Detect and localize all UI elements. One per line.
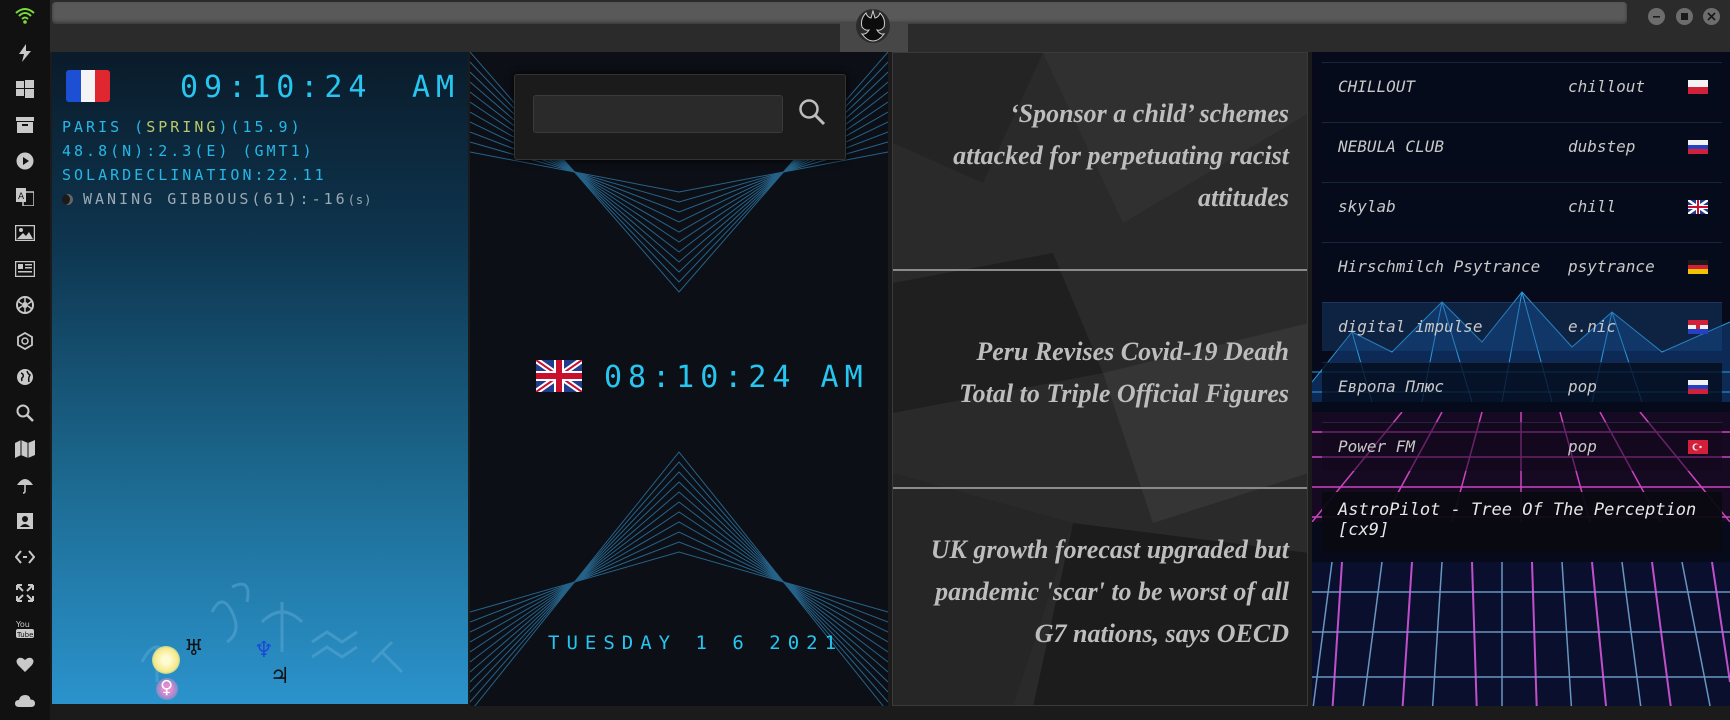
cloud-icon[interactable] xyxy=(14,690,36,712)
umbrella-icon[interactable] xyxy=(14,474,36,496)
station-row[interactable]: Power FM pop xyxy=(1322,422,1722,471)
drag-handle[interactable] xyxy=(52,2,1627,24)
chevron-pattern-bottom xyxy=(470,451,888,712)
paris-location-line: PARIS (SPRING)(15.9) xyxy=(62,118,303,136)
search-icon xyxy=(799,99,826,126)
news-headline-1[interactable]: ‘Sponsor a child’ schemes attacked for p… xyxy=(919,93,1289,219)
station-row[interactable]: digital impulse e.nic xyxy=(1322,302,1722,351)
sun-icon xyxy=(152,646,180,674)
russia-flag-icon xyxy=(1688,140,1708,154)
wifi-icon[interactable] xyxy=(14,5,36,27)
station-name: Hirschmilch Psytrance xyxy=(1338,257,1541,276)
season-label: SPRING xyxy=(146,118,219,136)
station-genre: e.nic xyxy=(1568,317,1617,336)
station-row[interactable]: Hirschmilch Psytrance psytrance xyxy=(1322,242,1722,291)
youtube-icon[interactable]: You Tube xyxy=(14,618,36,640)
maximize-button[interactable] xyxy=(1676,8,1693,25)
paris-clock-panel: 09:10:24 AM PARIS (SPRING)(15.9) 48.8(N)… xyxy=(52,52,468,704)
station-genre: psytrance xyxy=(1568,257,1655,276)
contact-icon[interactable] xyxy=(14,510,36,532)
paris-ampm: AM xyxy=(412,70,461,105)
svg-text:You: You xyxy=(16,620,30,629)
now-playing-box: AstroPilot - Tree Of The Perception [cx9… xyxy=(1322,492,1722,552)
radio-panel: CHILLOUT chillout NEBULA CLUB dubstep sk… xyxy=(1312,52,1730,716)
news-separator xyxy=(893,269,1307,271)
station-genre: chill xyxy=(1568,197,1617,216)
station-name: NEBULA CLUB xyxy=(1338,137,1444,156)
russia-flag-icon xyxy=(1688,380,1708,394)
archive-icon[interactable] xyxy=(14,114,36,136)
location-suffix: )(15.9) xyxy=(218,118,303,136)
synthwave-grid-bottom xyxy=(1312,562,1730,716)
station-genre: chillout xyxy=(1568,77,1646,96)
station-name: digital impulse xyxy=(1338,317,1483,336)
uk-time: 08:10:24 AM xyxy=(604,360,869,395)
news-headline-3[interactable]: UK growth forecast upgraded but pandemic… xyxy=(919,529,1289,655)
search-box xyxy=(514,74,846,160)
translate-icon[interactable]: A xyxy=(14,186,36,208)
bottom-bar xyxy=(50,706,1730,720)
station-name: Европа Плюс xyxy=(1338,377,1444,396)
expand-icon[interactable] xyxy=(14,582,36,604)
moon-unit: (s) xyxy=(347,193,373,207)
poland-flag-icon xyxy=(1688,80,1708,94)
windows-icon[interactable] xyxy=(14,78,36,100)
svg-text:Tube: Tube xyxy=(16,631,33,639)
uranus-symbol: ♅ xyxy=(184,636,204,661)
heart-icon[interactable] xyxy=(14,654,36,676)
station-row[interactable]: CHILLOUT chillout xyxy=(1322,62,1722,111)
croatia-flag-icon xyxy=(1688,320,1708,334)
station-name: Power FM xyxy=(1338,437,1416,456)
moon-icon xyxy=(62,194,73,205)
globe-icon[interactable] xyxy=(14,366,36,388)
station-row[interactable]: Европа Плюс pop xyxy=(1322,362,1722,411)
close-button[interactable] xyxy=(1703,8,1720,25)
hexagon-icon[interactable] xyxy=(14,330,36,352)
station-row[interactable]: skylab chill xyxy=(1322,182,1722,231)
world-clock-panel: 08:10:24 AM TUESDAY 1 6 2021 xyxy=(470,52,888,712)
map-icon[interactable] xyxy=(14,438,36,460)
news-panel: ‘Sponsor a child’ schemes attacked for p… xyxy=(892,52,1308,706)
neptune-symbol: ♆ xyxy=(254,638,274,663)
news-icon[interactable] xyxy=(14,258,36,280)
germany-flag-icon xyxy=(1688,260,1708,274)
play-icon[interactable] xyxy=(14,150,36,172)
uk-flag-icon xyxy=(534,357,584,395)
station-name: skylab xyxy=(1338,197,1396,216)
aperture-icon[interactable] xyxy=(14,294,36,316)
date-label: TUESDAY 1 6 2021 xyxy=(548,632,844,654)
rebel-alliance-icon xyxy=(855,8,891,44)
code-icon[interactable] xyxy=(14,546,36,568)
paris-time: 09:10:24 xyxy=(180,70,373,105)
lightning-icon[interactable] xyxy=(14,42,36,64)
jupiter-symbol: ♃ xyxy=(270,664,290,689)
turkey-flag-icon xyxy=(1688,440,1708,454)
station-genre: dubstep xyxy=(1568,137,1636,156)
image-icon[interactable] xyxy=(14,222,36,244)
moon-phase-text: WANING GIBBOUS(61):-16 xyxy=(83,190,348,208)
venus-symbol: ♀ xyxy=(160,677,174,698)
station-row[interactable]: NEBULA CLUB dubstep xyxy=(1322,122,1722,171)
svg-text:A: A xyxy=(18,192,25,202)
uk-flag-icon xyxy=(1688,200,1708,214)
solar-declination: SOLARDECLINATION:22.11 xyxy=(62,166,327,184)
search-input[interactable] xyxy=(533,95,783,133)
paris-coordinates: 48.8(N):2.3(E) (GMT1) xyxy=(62,142,315,160)
station-genre: pop xyxy=(1568,437,1597,456)
search-icon[interactable] xyxy=(14,402,36,424)
news-separator xyxy=(893,487,1307,489)
now-playing-title: AstroPilot - Tree Of The Perception [cx9… xyxy=(1338,500,1697,540)
app-sidebar: A You Tube xyxy=(0,0,50,720)
station-genre: pop xyxy=(1568,377,1597,396)
minimize-button[interactable] xyxy=(1648,8,1665,25)
moon-phase-line: WANING GIBBOUS(61):-16(s) xyxy=(62,190,372,208)
location-prefix: PARIS ( xyxy=(62,118,147,136)
station-name: CHILLOUT xyxy=(1338,77,1416,96)
search-button[interactable] xyxy=(797,97,831,131)
france-flag-icon xyxy=(66,70,110,102)
news-headline-2[interactable]: Peru Revises Covid-19 Death Total to Tri… xyxy=(919,331,1289,415)
